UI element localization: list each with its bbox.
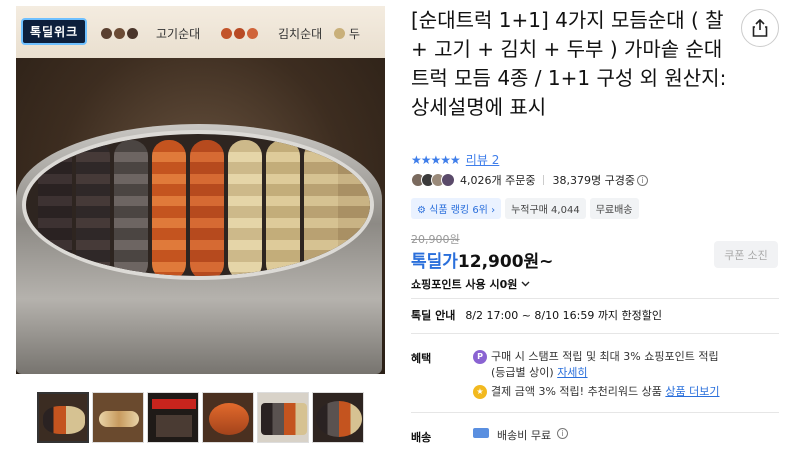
- ranking-tag[interactable]: ⚙ 식품 랭킹 6위 ›: [411, 198, 502, 219]
- divider: [411, 333, 779, 334]
- chevron-down-icon: [521, 281, 530, 287]
- thumbnail-strip: [37, 392, 364, 443]
- review-link[interactable]: 리뷰 2: [466, 151, 500, 168]
- main-product-image[interactable]: 고기순대 김치순대 두 톡딜위크: [16, 6, 385, 374]
- shipping-info: 배송비 무료 i: [473, 428, 569, 444]
- truck-icon: [473, 428, 489, 438]
- deal-info: 톡딜 안내 8/2 17:00 ~ 8/10 16:59 까지 한정할인: [411, 307, 662, 323]
- shopping-point-toggle[interactable]: 쇼핑포인트 사용 시0원: [411, 276, 530, 292]
- reward-icon: ★: [473, 385, 487, 399]
- share-button[interactable]: [741, 9, 779, 47]
- buyer-avatars: [411, 173, 455, 187]
- cumulative-tag: 누적구매 4,044: [505, 198, 586, 219]
- thumbnail-6[interactable]: [312, 392, 364, 443]
- info-icon[interactable]: i: [636, 174, 648, 186]
- more-products-link[interactable]: 상품 더보기: [665, 385, 719, 398]
- benefit-point: P 구매 시 스탬프 적립 및 최대 3% 쇼핑포인트 적립 (등급별 상이) …: [473, 349, 719, 381]
- product-title: [순대트럭 1+1] 4가지 모듬순대 ( 찰 + 고기 + 김치 + 두부 )…: [411, 8, 727, 119]
- tags-row: ⚙ 식품 랭킹 6위 › 누적구매 4,044 무료배송: [411, 198, 639, 219]
- deal-price: 톡딜가12,900원~: [411, 252, 554, 272]
- divider: [411, 298, 779, 299]
- thumbnail-4[interactable]: [202, 392, 254, 443]
- star-rating: ★★★★★: [411, 152, 461, 167]
- details-link[interactable]: 자세히: [557, 366, 587, 379]
- deal-info-label: 톡딜 안내: [411, 309, 456, 322]
- thumbnail-3[interactable]: [147, 392, 199, 443]
- steamer-contents: [22, 130, 374, 280]
- stats-row: 4,026개 주문중 38,379명 구경중 i: [411, 172, 648, 188]
- shipping-label: 배송: [411, 431, 432, 444]
- deal-period: 8/2 17:00 ~ 8/10 16:59 까지 한정할인: [465, 309, 663, 322]
- benefit-reward: ★ 결제 금액 3% 적립! 추천리워드 상품 상품 더보기: [473, 384, 720, 400]
- point-icon: P: [473, 350, 487, 364]
- benefit-label: 혜택: [411, 352, 432, 365]
- share-icon: [752, 19, 768, 37]
- info-icon[interactable]: i: [557, 428, 569, 439]
- banner-item-tofu: 두: [334, 14, 385, 52]
- order-count: 4,026개 주문중: [460, 174, 536, 187]
- deal-label: 톡딜가: [411, 252, 458, 272]
- coupon-button[interactable]: 쿠폰 소진: [714, 241, 778, 268]
- original-price: 20,900원: [411, 233, 460, 246]
- thumbnail-5[interactable]: [257, 392, 309, 443]
- brand-badge: 톡딜위크: [21, 18, 88, 45]
- thumbnail-1[interactable]: [37, 392, 89, 443]
- free-shipping-tag: 무료배송: [589, 198, 639, 219]
- divider: [411, 412, 779, 413]
- rating-row: ★★★★★ 리뷰 2: [411, 151, 499, 168]
- viewer-count: 38,379명 구경중: [552, 174, 635, 187]
- thumbnail-2[interactable]: [92, 392, 144, 443]
